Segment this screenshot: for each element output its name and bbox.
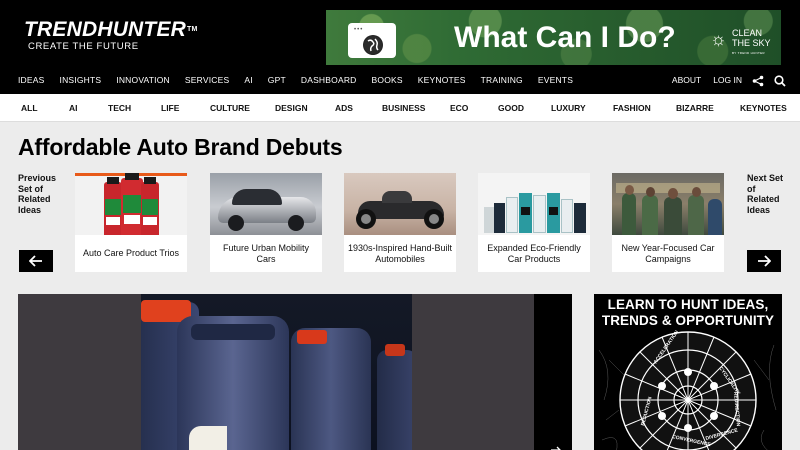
promo-line-1: LEARN TO HUNT IDEAS, xyxy=(607,297,769,312)
trendhunter-logo[interactable]: TRENDHUNTER TM CREATE THE FUTURE xyxy=(24,19,197,55)
logo-main-text: TRENDHUNTER xyxy=(24,18,187,41)
nav-item[interactable]: DASHBOARD xyxy=(301,74,357,86)
sun-icon: ☼ xyxy=(710,29,727,49)
arrow-left-icon xyxy=(29,255,42,267)
nav-item[interactable]: KEYNOTES xyxy=(418,74,466,86)
category-item[interactable]: ADS xyxy=(335,103,353,113)
related-card[interactable]: New Year-Focused Car Campaigns xyxy=(612,173,724,272)
related-card[interactable]: Future Urban Mobility Cars xyxy=(210,173,322,272)
related-card-image xyxy=(612,173,724,235)
nav-item[interactable]: BOOKS xyxy=(372,74,403,86)
hero-image[interactable] xyxy=(18,294,572,450)
related-card-image xyxy=(478,173,590,235)
related-card-image xyxy=(210,173,322,235)
category-bar: ALL AI TECH LIFE CULTURE DESIGN ADS BUSINESS ECO… xyxy=(0,94,800,122)
hero-next-arrow-icon[interactable] xyxy=(550,441,562,450)
right-nav: ABOUT LOG IN xyxy=(660,73,786,87)
nav-item[interactable]: GPT xyxy=(268,74,286,86)
category-item[interactable]: TECH xyxy=(108,103,131,113)
main-nav: IDEAS INSIGHTS INNOVATION SERVICES AI GPT DASH… xyxy=(18,74,588,86)
hero-side-panel xyxy=(534,294,572,450)
nav-item[interactable]: TRAINING xyxy=(481,74,523,86)
category-item[interactable]: KEYNOTES xyxy=(740,103,787,113)
related-card-caption: New Year-Focused Car Campaigns xyxy=(621,242,715,264)
hero-product-photo xyxy=(141,294,412,450)
related-card-caption: Auto Care Product Trios xyxy=(82,248,180,258)
related-card[interactable]: Auto Care Product Trios xyxy=(75,173,187,272)
page: TRENDHUNTER TM CREATE THE FUTURE ••• What… xyxy=(0,0,800,450)
category-item[interactable]: AI xyxy=(69,103,78,113)
related-card-caption: Future Urban Mobility Cars xyxy=(222,242,310,264)
logo-tagline: CREATE THE FUTURE xyxy=(28,41,139,52)
ad-brand-name: CLEAN THE SKY xyxy=(732,28,771,48)
related-card-image xyxy=(75,173,187,235)
arrow-right-icon xyxy=(758,255,771,267)
ad-banner[interactable]: ••• What Can I Do? ☼ CLEAN THE SKY BY TR… xyxy=(326,10,781,65)
share-icon[interactable] xyxy=(752,74,764,87)
login-link[interactable]: LOG IN xyxy=(713,75,742,85)
promo-banner[interactable]: LEARN TO HUNT IDEAS, TRENDS & OPPORTUNIT… xyxy=(594,294,782,450)
next-related-button[interactable] xyxy=(747,250,781,272)
globe-icon xyxy=(363,35,383,55)
category-item[interactable]: CULTURE xyxy=(210,103,250,113)
nav-item[interactable]: IDEAS xyxy=(18,74,45,86)
ad-window-dots: ••• xyxy=(354,27,364,33)
related-card-image xyxy=(344,173,456,235)
about-link[interactable]: ABOUT xyxy=(672,75,701,85)
category-item[interactable]: BIZARRE xyxy=(676,103,714,113)
logo-wordmark: TRENDHUNTER TM xyxy=(24,19,197,41)
framework-wheel-icon: CYCLICALITY ACCELERATION REDIRECTION CON… xyxy=(598,330,777,450)
previous-related-label[interactable]: Previous Set of Related Ideas xyxy=(18,173,62,215)
related-card-caption: 1930s-Inspired Hand-Built Automobiles xyxy=(347,242,453,264)
ad-brand-sub: BY TREND HUNTER xyxy=(732,51,765,55)
previous-related-button[interactable] xyxy=(19,250,53,272)
ad-browser-window-icon: ••• xyxy=(348,23,396,58)
related-card[interactable]: Expanded Eco-Friendly Car Products xyxy=(478,173,590,272)
ad-headline: What Can I Do? xyxy=(454,21,676,54)
nav-item[interactable]: SERVICES xyxy=(185,74,229,86)
category-item[interactable]: DESIGN xyxy=(275,103,308,113)
related-card-caption: Expanded Eco-Friendly Car Products xyxy=(487,242,581,264)
promo-line-2: TRENDS & OPPORTUNITY xyxy=(601,313,775,328)
nav-item[interactable]: INNOVATION xyxy=(116,74,170,86)
nav-item[interactable]: INSIGHTS xyxy=(60,74,102,86)
category-item[interactable]: FASHION xyxy=(613,103,651,113)
related-card[interactable]: 1930s-Inspired Hand-Built Automobiles xyxy=(344,173,456,272)
category-item[interactable]: LIFE xyxy=(161,103,179,113)
category-item[interactable]: ALL xyxy=(21,103,38,113)
site-header: TRENDHUNTER TM CREATE THE FUTURE ••• What… xyxy=(0,0,800,94)
category-item[interactable]: GOOD xyxy=(498,103,524,113)
next-related-label[interactable]: Next Set of Related Ideas xyxy=(747,173,787,215)
category-item[interactable]: ECO xyxy=(450,103,468,113)
category-item[interactable]: BUSINESS xyxy=(382,103,425,113)
search-icon[interactable] xyxy=(774,74,786,87)
nav-item[interactable]: EVENTS xyxy=(538,74,573,86)
category-item[interactable]: LUXURY xyxy=(551,103,586,113)
nav-item[interactable]: AI xyxy=(244,74,252,86)
page-title: Affordable Auto Brand Debuts xyxy=(18,134,343,160)
logo-trademark: TM xyxy=(187,26,198,33)
